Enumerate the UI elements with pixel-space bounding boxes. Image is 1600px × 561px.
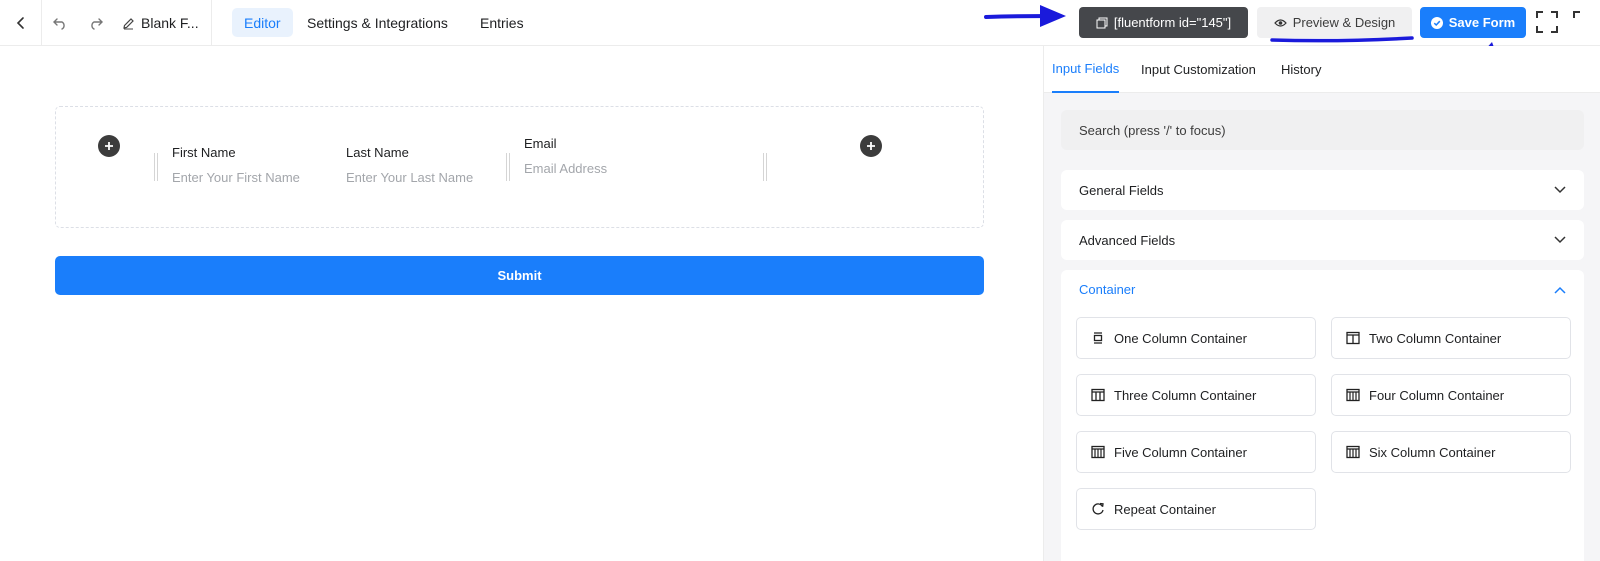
- tab-history-label: History: [1281, 62, 1322, 77]
- one-column-container-label: One Column Container: [1114, 330, 1247, 346]
- column-resize-handle[interactable]: [154, 153, 158, 181]
- submit-label: Submit: [497, 268, 542, 283]
- chevron-down-icon: [1554, 186, 1566, 194]
- section-general-fields-label: General Fields: [1079, 182, 1164, 198]
- four-column-container-label: Four Column Container: [1369, 387, 1505, 403]
- tab-input-customization-label: Input Customization: [1141, 62, 1256, 77]
- two-column-icon: [1346, 331, 1360, 345]
- six-column-container-item[interactable]: Six Column Container: [1331, 431, 1571, 473]
- redo-icon: [91, 18, 103, 30]
- tab-settings-integrations[interactable]: Settings & Integrations: [295, 8, 460, 37]
- undo-button[interactable]: [42, 0, 78, 46]
- tab-settings-label: Settings & Integrations: [307, 14, 448, 31]
- repeat-icon: [1092, 502, 1104, 515]
- fullscreen-icon: [1536, 11, 1558, 33]
- email-input[interactable]: Email Address: [524, 161, 607, 176]
- plus-icon: [867, 142, 875, 150]
- back-button[interactable]: [0, 0, 42, 46]
- three-column-icon: [1091, 388, 1105, 402]
- tab-input-fields[interactable]: Input Fields: [1052, 46, 1120, 93]
- search-input[interactable]: Search (press '/' to focus): [1061, 110, 1584, 150]
- one-column-container-item[interactable]: One Column Container: [1076, 317, 1316, 359]
- tab-entries-label: Entries: [480, 14, 524, 31]
- top-bar: Blank F... Editor Settings & Integration…: [0, 0, 1600, 46]
- more-menu-button[interactable]: [1572, 10, 1596, 34]
- five-column-container-label: Five Column Container: [1114, 444, 1247, 460]
- five-column-icon: [1091, 445, 1105, 459]
- container-items-list: One Column Container Two Column Containe…: [1061, 309, 1584, 561]
- first-name-input[interactable]: Enter Your First Name: [172, 170, 300, 185]
- form-container-row[interactable]: [55, 106, 984, 228]
- three-column-container-label: Three Column Container: [1114, 387, 1257, 403]
- submit-button[interactable]: Submit: [55, 256, 984, 295]
- back-arrow-icon: [16, 17, 24, 29]
- six-column-container-label: Six Column Container: [1369, 444, 1496, 460]
- column-resize-handle[interactable]: [763, 153, 767, 181]
- chevron-up-icon: [1554, 286, 1566, 294]
- redo-button[interactable]: [78, 0, 114, 46]
- corner-icon: [1573, 11, 1580, 18]
- repeat-container-label: Repeat Container: [1114, 501, 1216, 517]
- tab-editor-label: Editor: [244, 14, 281, 31]
- right-panel: Input Fields Input Customization History…: [1043, 46, 1600, 561]
- add-left-button[interactable]: [98, 135, 120, 157]
- check-circle-icon: [1430, 16, 1443, 29]
- fullscreen-button[interactable]: [1535, 10, 1559, 34]
- five-column-container-item[interactable]: Five Column Container: [1076, 431, 1316, 473]
- preview-design-label: Preview & Design: [1292, 15, 1396, 30]
- email-label: Email: [524, 136, 557, 151]
- tab-entries[interactable]: Entries: [468, 8, 536, 37]
- plus-icon: [105, 142, 113, 150]
- save-form-label: Save Form: [1448, 15, 1516, 30]
- first-name-label: First Name: [172, 145, 236, 160]
- section-container-label: Container: [1079, 282, 1136, 297]
- last-name-label: Last Name: [346, 145, 409, 160]
- save-form-button[interactable]: Save Form: [1420, 7, 1526, 38]
- tab-editor[interactable]: Editor: [232, 8, 293, 37]
- tab-input-fields-label: Input Fields: [1052, 61, 1120, 76]
- preview-design-button[interactable]: Preview & Design: [1257, 7, 1412, 38]
- copy-icon: [1096, 17, 1108, 28]
- form-name[interactable]: Blank F...: [112, 0, 212, 46]
- two-column-container-label: Two Column Container: [1369, 330, 1502, 346]
- six-column-icon: [1346, 445, 1360, 459]
- pencil-icon: [123, 17, 134, 29]
- one-column-icon: [1093, 332, 1103, 344]
- undo-icon: [53, 18, 65, 30]
- four-column-icon: [1346, 388, 1360, 402]
- column-resize-handle[interactable]: [506, 153, 510, 181]
- section-advanced-fields-label: Advanced Fields: [1079, 232, 1176, 248]
- last-name-input[interactable]: Enter Your Last Name: [346, 170, 473, 185]
- shortcode-text: [fluentform id="145"]: [1113, 15, 1232, 30]
- eye-icon: [1273, 18, 1287, 27]
- four-column-container-item[interactable]: Four Column Container: [1331, 374, 1571, 416]
- section-container[interactable]: Container: [1061, 270, 1584, 310]
- tab-history[interactable]: History: [1281, 46, 1321, 93]
- shortcode-button[interactable]: [fluentform id="145"]: [1079, 7, 1248, 38]
- search-placeholder: Search (press '/' to focus): [1079, 122, 1226, 138]
- panel-tabs: Input Fields Input Customization History: [1044, 46, 1600, 93]
- three-column-container-item[interactable]: Three Column Container: [1076, 374, 1316, 416]
- tab-input-customization[interactable]: Input Customization: [1141, 46, 1256, 93]
- two-column-container-item[interactable]: Two Column Container: [1331, 317, 1571, 359]
- form-name-label: Blank F...: [141, 15, 199, 31]
- add-right-button[interactable]: [860, 135, 882, 157]
- section-general-fields[interactable]: General Fields: [1061, 170, 1584, 210]
- chevron-down-icon: [1554, 236, 1566, 244]
- section-advanced-fields[interactable]: Advanced Fields: [1061, 220, 1584, 260]
- repeat-container-item[interactable]: Repeat Container: [1076, 488, 1316, 530]
